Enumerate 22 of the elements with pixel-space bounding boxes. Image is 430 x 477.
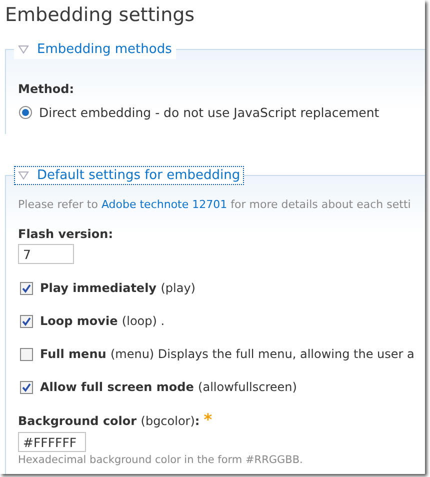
checkbox[interactable] (20, 282, 33, 294)
field-label: Flash version: (18, 227, 113, 241)
radio-label: Direct embedding - do not use JavaScript replacement (39, 104, 380, 120)
checkbox-label: Loop movie (loop) . (40, 314, 165, 328)
technote-link[interactable]: Adobe technote 12701 (101, 198, 228, 211)
field-label: Method: (18, 82, 75, 96)
radio-button[interactable] (19, 106, 32, 118)
text-field[interactable]: 7 (18, 244, 74, 264)
field-description: Hexadecimal background color in the form #RRGGBB. (18, 454, 304, 466)
checkbox[interactable] (20, 380, 33, 394)
page-title: Embedding settings (4, 3, 196, 28)
required-mark: * (204, 410, 212, 429)
checkbox-label: Play immediately (play) (40, 281, 196, 295)
checkbox[interactable] (20, 314, 33, 328)
fieldset-legend[interactable]: Embedding methods (14, 40, 176, 59)
checkbox[interactable] (20, 348, 33, 360)
field-label: Background color (bgcolor): (18, 414, 200, 428)
text-field[interactable]: #FFFFFF (18, 432, 86, 452)
checkbox-label: Allow full screen mode (allowfullscreen) (40, 380, 297, 394)
checkbox-label: Full menu (menu) Displays the full menu, allowing the user a (40, 347, 414, 361)
help-text: Please refer to Adobe technote 12701 for more details about each setti (18, 198, 412, 211)
fieldset-legend[interactable]: Default settings for embedding (14, 166, 244, 185)
